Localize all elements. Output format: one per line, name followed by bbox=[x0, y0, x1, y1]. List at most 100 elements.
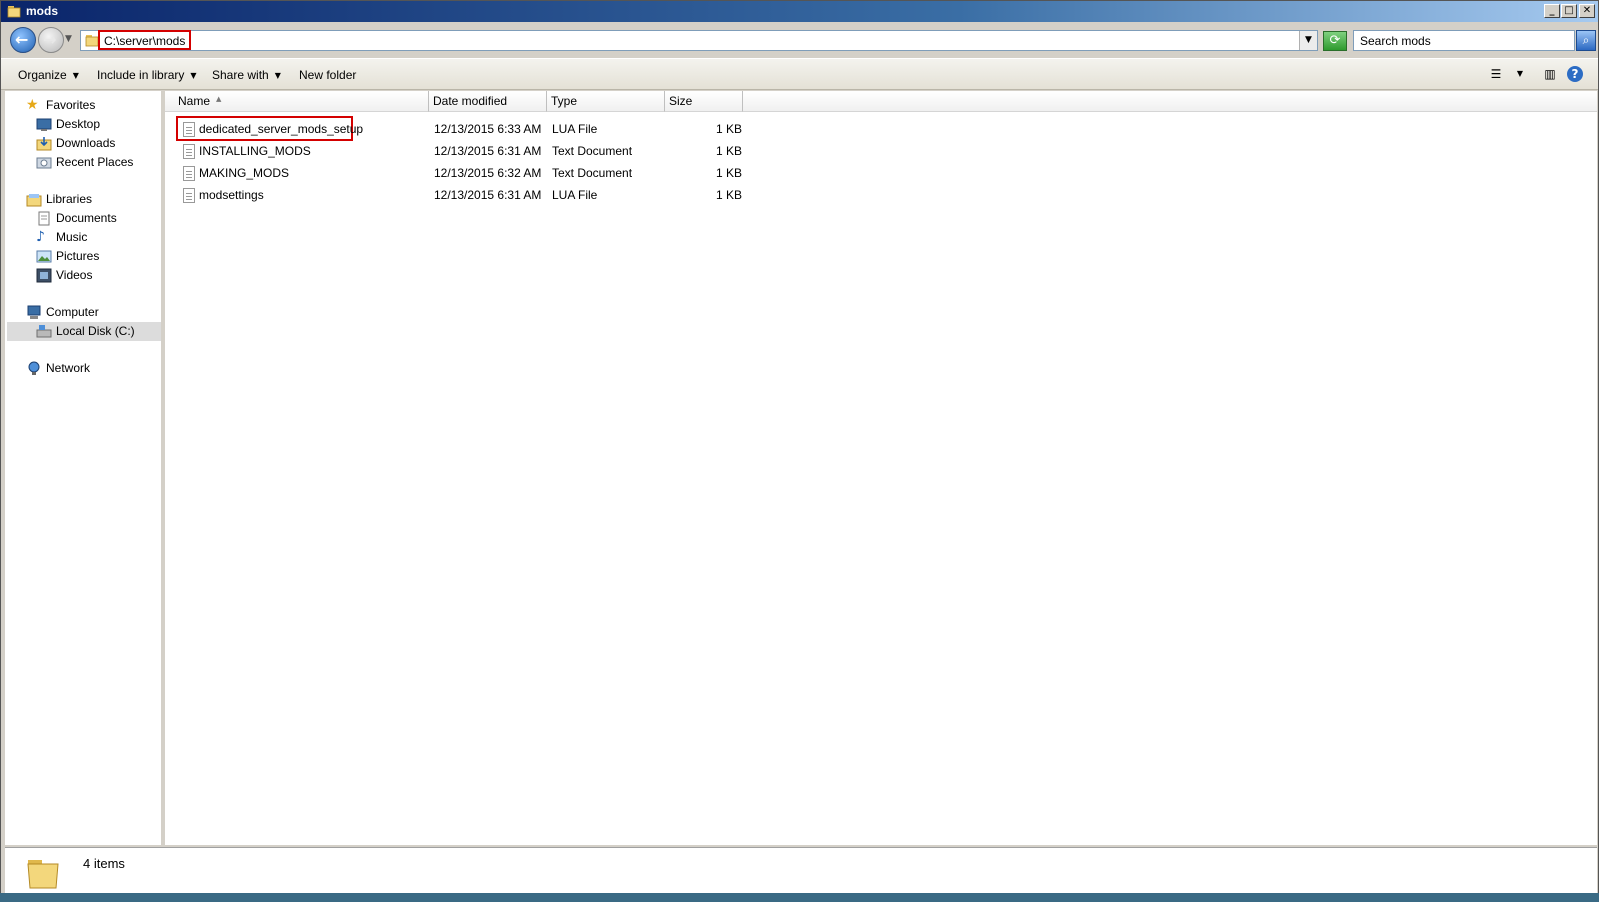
organize-menu[interactable]: Organize ▼ bbox=[18, 68, 79, 82]
preview-pane-button[interactable]: ▥ bbox=[1541, 66, 1559, 82]
file-size: 1 KB bbox=[716, 122, 743, 136]
details-pane: 4 items bbox=[5, 847, 1597, 894]
nav-pictures-label: Pictures bbox=[56, 249, 100, 263]
file-size: 1 KB bbox=[716, 166, 743, 180]
explorer-window: mods _ □ ✕ ← → ▼ C:\server\mods ▼ ⟳ Sear… bbox=[0, 0, 1599, 902]
nav-documents-label: Documents bbox=[56, 211, 117, 225]
file-list: Name ▲ Date modified Type Size dedicated_… bbox=[165, 91, 1597, 845]
address-dropdown-button[interactable]: ▼ bbox=[1299, 31, 1317, 50]
file-type: LUA File bbox=[552, 122, 598, 136]
file-name: modsettings bbox=[199, 188, 264, 202]
documents-icon bbox=[38, 211, 50, 226]
search-button[interactable]: ⌕ bbox=[1576, 30, 1596, 51]
nav-local-disk[interactable]: Local Disk (C:) bbox=[7, 322, 161, 341]
lua-file-icon bbox=[183, 122, 195, 137]
include-in-library-menu[interactable]: Include in library ▼ bbox=[97, 68, 197, 82]
column-name-label: Name bbox=[178, 94, 211, 108]
column-header-date-modified[interactable]: Date modified bbox=[429, 91, 547, 112]
chevron-down-icon: ▼ bbox=[72, 71, 79, 80]
arrow-right-icon: → bbox=[43, 30, 57, 49]
chevron-down-icon: ▼ bbox=[190, 71, 197, 80]
file-row[interactable]: MAKING_MODS 12/13/2015 6:32 AM Text Docu… bbox=[165, 163, 1597, 184]
nav-computer-label: Computer bbox=[46, 305, 99, 319]
recent-places-icon bbox=[36, 157, 52, 169]
file-size: 1 KB bbox=[716, 188, 743, 202]
close-button[interactable]: ✕ bbox=[1579, 4, 1595, 18]
help-icon: ? bbox=[1571, 67, 1579, 81]
taskbar-strip bbox=[0, 893, 1599, 902]
nav-favorites-label: Favorites bbox=[46, 98, 96, 112]
search-input[interactable]: Search mods bbox=[1353, 30, 1575, 51]
title-bar: mods _ □ ✕ bbox=[1, 1, 1598, 22]
file-row[interactable]: INSTALLING_MODS 12/13/2015 6:31 AM Text … bbox=[165, 141, 1597, 162]
nav-videos-label: Videos bbox=[56, 268, 93, 282]
text-file-icon bbox=[183, 144, 195, 159]
view-details-icon: ☰ bbox=[1490, 67, 1502, 81]
text-file-icon bbox=[183, 166, 195, 181]
libraries-icon bbox=[26, 194, 42, 207]
videos-icon bbox=[36, 268, 52, 283]
column-type-label: Type bbox=[551, 94, 578, 108]
help-button[interactable]: ? bbox=[1567, 66, 1583, 82]
file-type: LUA File bbox=[552, 188, 598, 202]
window-title: mods bbox=[26, 4, 59, 18]
preview-pane-icon: ▥ bbox=[1544, 67, 1556, 81]
nav-libraries-label: Libraries bbox=[46, 192, 93, 206]
network-icon bbox=[28, 361, 40, 375]
share-with-menu[interactable]: Share with ▼ bbox=[212, 68, 281, 82]
file-name: dedicated_server_mods_setup bbox=[199, 122, 364, 136]
refresh-icon: ⟳ bbox=[1329, 33, 1341, 48]
file-type: Text Document bbox=[552, 166, 633, 180]
new-folder-button[interactable]: New folder bbox=[299, 68, 356, 82]
navigation-pane: ★ Favorites Desktop Downloads Recent Pla… bbox=[5, 91, 163, 845]
address-row: ← → ▼ C:\server\mods ▼ ⟳ Search mods ⌕ bbox=[1, 22, 1598, 58]
sort-ascending-icon: ▲ bbox=[216, 95, 222, 103]
view-options-dropdown[interactable]: ▼ bbox=[1511, 66, 1529, 82]
organize-label: Organize bbox=[18, 68, 67, 82]
back-button[interactable]: ← bbox=[10, 27, 36, 53]
nav-network-label: Network bbox=[46, 361, 91, 375]
file-type: Text Document bbox=[552, 144, 633, 158]
arrow-left-icon: ← bbox=[15, 30, 29, 49]
maximize-button[interactable]: □ bbox=[1561, 4, 1577, 18]
folder-icon bbox=[27, 860, 59, 889]
nav-local-disk-label: Local Disk (C:) bbox=[56, 324, 135, 338]
column-date-label: Date modified bbox=[433, 94, 508, 108]
address-bar[interactable]: C:\server\mods ▼ bbox=[80, 30, 1318, 51]
chevron-down-icon: ▼ bbox=[274, 71, 281, 80]
file-name: INSTALLING_MODS bbox=[199, 144, 311, 158]
file-date: 12/13/2015 6:33 AM bbox=[434, 122, 542, 136]
column-header-name[interactable]: Name ▲ bbox=[165, 91, 429, 112]
column-header-type[interactable]: Type bbox=[547, 91, 665, 112]
command-bar: Organize ▼ Include in library ▼ Share with… bbox=[1, 58, 1598, 90]
address-path[interactable]: C:\server\mods bbox=[98, 30, 192, 50]
file-name: MAKING_MODS bbox=[199, 166, 290, 180]
file-date: 12/13/2015 6:31 AM bbox=[434, 144, 542, 158]
include-in-library-label: Include in library bbox=[97, 68, 185, 82]
music-icon: ♪ bbox=[36, 229, 45, 245]
lua-file-icon bbox=[183, 188, 195, 203]
nav-desktop-label: Desktop bbox=[56, 117, 101, 131]
folder-icon bbox=[85, 35, 99, 47]
column-header-filler bbox=[743, 91, 1597, 112]
star-icon: ★ bbox=[26, 97, 39, 113]
column-size-label: Size bbox=[669, 94, 693, 108]
minimize-button[interactable]: _ bbox=[1544, 4, 1560, 18]
refresh-button[interactable]: ⟳ bbox=[1323, 31, 1347, 51]
recent-pages-dropdown[interactable]: ▼ bbox=[65, 34, 72, 44]
file-size: 1 KB bbox=[716, 144, 743, 158]
pictures-icon bbox=[36, 250, 52, 263]
desktop-icon bbox=[36, 118, 52, 131]
file-row[interactable]: dedicated_server_mods_setup 12/13/2015 6… bbox=[165, 116, 1597, 141]
chevron-down-icon: ▼ bbox=[1516, 69, 1524, 78]
change-view-button[interactable]: ☰ bbox=[1487, 66, 1505, 82]
column-header-size[interactable]: Size bbox=[665, 91, 743, 112]
share-with-label: Share with bbox=[212, 68, 269, 82]
file-date: 12/13/2015 6:32 AM bbox=[434, 166, 542, 180]
downloads-icon bbox=[36, 137, 52, 151]
drive-icon bbox=[36, 325, 52, 338]
computer-icon bbox=[27, 305, 41, 319]
forward-button[interactable]: → bbox=[38, 27, 64, 53]
file-row[interactable]: modsettings 12/13/2015 6:31 AM LUA File … bbox=[165, 185, 1597, 206]
folder-icon bbox=[7, 6, 21, 18]
